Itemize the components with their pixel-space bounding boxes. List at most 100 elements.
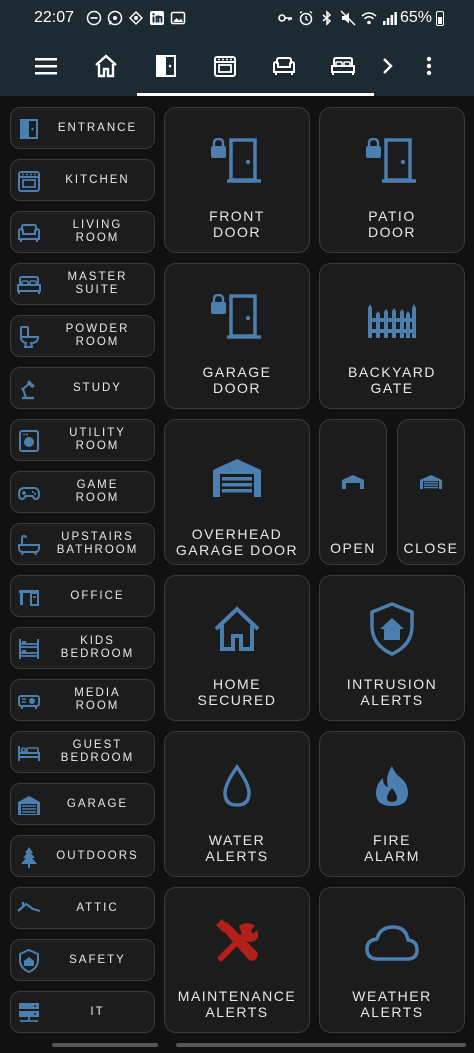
bathtub-icon (18, 534, 40, 556)
sidebar-item-garage[interactable]: GARAGE (10, 783, 155, 825)
tab-home[interactable] (90, 50, 122, 82)
tile-label: CLOSE (403, 540, 459, 556)
sidebar-item-label: GAME ROOM (75, 479, 120, 504)
sidebar-item-label: ENTRANCE (57, 121, 138, 134)
sidebar-item-master-suite[interactable]: MASTER SUITE (10, 263, 155, 305)
tabs-scroll-right-button[interactable] (371, 50, 403, 82)
sidebar-item-safety[interactable]: SAFETY (10, 939, 155, 981)
garage-icon (213, 459, 261, 497)
water-drop-icon (223, 764, 251, 807)
tab-master-suite[interactable] (327, 50, 359, 82)
mute-icon (340, 10, 356, 26)
sidebar-item-powder-room[interactable]: POWDER ROOM (10, 315, 155, 357)
tree-icon (21, 847, 37, 868)
sidebar-item-game-room[interactable]: GAME ROOM (10, 471, 155, 513)
image-icon (170, 11, 186, 25)
garage-door-tile[interactable]: GARAGE DOOR (164, 263, 310, 409)
door-lock-icon (211, 294, 261, 339)
backyard-gate-tile[interactable]: BACKYARD GATE (319, 263, 465, 409)
sidebar-item-label: LIVING ROOM (72, 219, 123, 244)
tile-label: GARAGE DOOR (202, 364, 272, 396)
garage-icon (18, 796, 40, 815)
door-lock-icon (366, 138, 416, 183)
stove-icon (214, 56, 236, 77)
overflow-menu-button[interactable] (413, 50, 445, 82)
weather-alerts-tile[interactable]: WEATHER ALERTS (319, 887, 465, 1033)
home-outline-icon (214, 606, 260, 651)
hamburger-menu-icon (35, 58, 57, 75)
more-vertical-icon (426, 56, 432, 76)
garage-close-button[interactable]: CLOSE (397, 419, 465, 565)
garage-open-button[interactable]: OPEN (319, 419, 387, 565)
tab-kitchen[interactable] (209, 50, 241, 82)
sidebar-item-living-room[interactable]: LIVING ROOM (10, 211, 155, 253)
sidebar-item-attic[interactable]: ATTIC (10, 887, 155, 929)
tile-label: HOME SECURED (197, 676, 277, 708)
wifi-icon (361, 12, 377, 25)
front-door-tile[interactable]: FRONT DOOR (164, 107, 310, 253)
sidebar-item-study[interactable]: STUDY (10, 367, 155, 409)
bottom-scroll-hint (0, 1038, 474, 1053)
sidebar-item-label: GARAGE (66, 797, 129, 810)
home-secured-tile[interactable]: HOME SECURED (164, 575, 310, 721)
sidebar-item-office[interactable]: OFFICE (10, 575, 155, 617)
door-icon (156, 55, 176, 77)
tab-living-room[interactable] (268, 50, 300, 82)
sidebar-item-kids-bedroom[interactable]: KIDS BEDROOM (10, 627, 155, 669)
sofa-icon (18, 224, 40, 242)
sidebar-item-media-room[interactable]: MEDIA ROOM (10, 679, 155, 721)
washing-machine-icon (19, 430, 39, 452)
tile-label: PATIO DOOR (368, 208, 416, 240)
server-icon (19, 1003, 39, 1022)
water-alerts-tile[interactable]: WATER ALERTS (164, 731, 310, 877)
patio-door-tile[interactable]: PATIO DOOR (319, 107, 465, 253)
desk-lamp-icon (21, 380, 35, 400)
battery-percent: 65% (400, 9, 433, 26)
bluetooth-icon (322, 10, 332, 26)
sidebar-item-guest-bedroom[interactable]: GUEST BEDROOM (10, 731, 155, 773)
garage-open-icon (342, 475, 364, 489)
garage-close-icon (420, 475, 442, 489)
intrusion-alerts-tile[interactable]: INTRUSION ALERTS (319, 575, 465, 721)
tab-entrance[interactable] (150, 50, 182, 82)
sidebar-item-label: UPSTAIRS BATHROOM (56, 531, 139, 556)
tile-label: INTRUSION ALERTS (346, 676, 438, 708)
slack-icon (128, 10, 144, 26)
overhead-garage-door-tile[interactable]: OVERHEAD GARAGE DOOR (164, 419, 310, 565)
sofa-icon (273, 57, 295, 75)
app-toolbar (0, 36, 474, 96)
maintenance-alerts-tile[interactable]: MAINTENANCE ALERTS (164, 887, 310, 1033)
bed-icon (331, 57, 355, 75)
stove-icon (18, 171, 40, 192)
sidebar-item-label: MEDIA ROOM (74, 687, 121, 712)
status-time: 22:07 (34, 9, 75, 26)
office-desk-icon (19, 590, 39, 606)
battery-icon (436, 11, 444, 26)
sidebar-item-kitchen[interactable]: KITCHEN (10, 159, 155, 201)
fire-icon (376, 766, 408, 806)
tile-label: OPEN (330, 540, 376, 556)
active-tab-indicator (137, 93, 374, 96)
door-lock-icon (211, 138, 261, 183)
sidebar-item-utility-room[interactable]: UTILITY ROOM (10, 419, 155, 461)
main-scroll-indicator (176, 1043, 466, 1047)
tile-label: MAINTENANCE ALERTS (177, 988, 297, 1020)
cloud-icon (365, 925, 419, 961)
gate-icon (368, 304, 416, 338)
door-icon (20, 119, 38, 139)
key-icon (278, 14, 292, 22)
sidebar-item-label: UTILITY ROOM (69, 427, 126, 452)
toilet-icon (19, 326, 40, 348)
sidebar-item-label: SAFETY (69, 953, 126, 966)
sidebar-item-it[interactable]: IT (10, 991, 155, 1033)
sidebar-item-label: ATTIC (76, 901, 119, 914)
sidebar-item-label: KITCHEN (65, 173, 130, 186)
sidebar-item-entrance[interactable]: ENTRANCE (10, 107, 155, 149)
menu-button[interactable] (30, 50, 62, 82)
sidebar-item-outdoors[interactable]: OUTDOORS (10, 835, 155, 877)
sidebar-item-upstairs-bathroom[interactable]: UPSTAIRS BATHROOM (10, 523, 155, 565)
tile-label: FRONT DOOR (209, 208, 265, 240)
fire-alarm-tile[interactable]: FIRE ALARM (319, 731, 465, 877)
whatsapp-icon (107, 10, 123, 26)
linkedin-icon (150, 11, 164, 25)
